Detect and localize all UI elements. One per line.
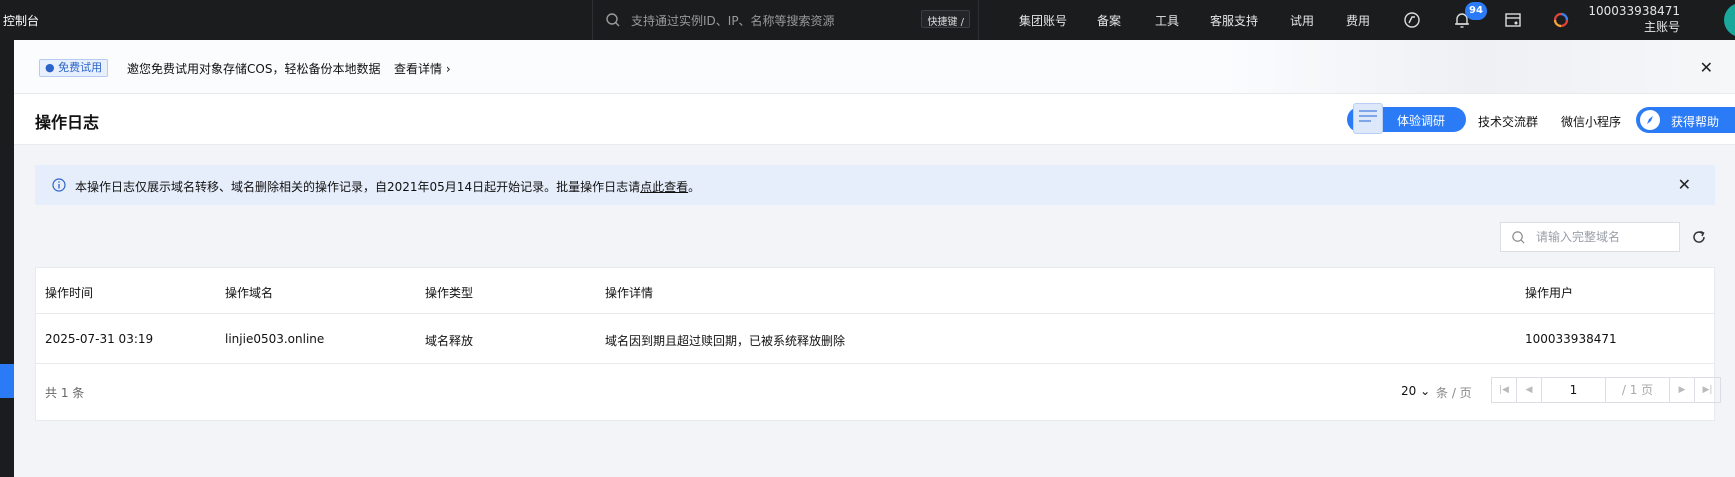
nav-customer-support[interactable]: 客服支持 bbox=[1210, 12, 1258, 29]
promo-detail-link[interactable]: 查看详情 › bbox=[394, 60, 451, 77]
top-navigation-bar: 控制台 支持通过实例ID、IP、名称等搜索资源 快捷键 / 集团账号 备案 工具… bbox=[0, 0, 1735, 40]
promo-banner: ● 免费试用 邀您免费试用对象存储COS，轻松备份本地数据 查看详情 › ✕ bbox=[14, 40, 1735, 94]
info-alert: 本操作日志仅展示域名转移、域名删除相关的操作记录，自2021年05月14日起开始… bbox=[35, 165, 1715, 205]
domain-search-input[interactable] bbox=[1536, 229, 1674, 245]
column-header-time: 操作时间 bbox=[45, 286, 94, 300]
cell-time: 2025-07-31 03:19 bbox=[45, 332, 154, 346]
prev-page-icon: ◀ bbox=[1525, 385, 1533, 395]
global-search-placeholder[interactable]: 支持通过实例ID、IP、名称等搜索资源 bbox=[631, 12, 835, 29]
per-page-label: 条 / 页 bbox=[1436, 386, 1472, 400]
nav-icp-filing[interactable]: 备案 bbox=[1097, 12, 1121, 29]
page-size-select[interactable]: 20 ⌄ bbox=[1401, 384, 1430, 398]
cell-type: 域名释放 bbox=[425, 334, 474, 348]
cell-domain: linjie0503.online bbox=[225, 332, 325, 346]
drop-icon: ● bbox=[45, 61, 55, 74]
account-id: 100033938471 bbox=[1588, 4, 1680, 18]
survey-button[interactable]: 体验调研 bbox=[1347, 103, 1466, 134]
alert-close-button[interactable]: ✕ bbox=[1678, 175, 1691, 194]
chevron-right-icon: › bbox=[445, 62, 451, 76]
table-header: 操作时间 操作域名 操作类型 操作详情 操作用户 bbox=[36, 268, 1714, 314]
page-size-value[interactable]: 20 bbox=[1401, 384, 1416, 398]
get-help-button[interactable]: 获得帮助 bbox=[1636, 107, 1735, 133]
nav-billing[interactable]: 费用 bbox=[1346, 12, 1370, 29]
total-count: 共 1 条 bbox=[45, 386, 85, 400]
side-navigation-rail bbox=[0, 40, 14, 477]
next-page-icon: ▶ bbox=[1678, 385, 1686, 395]
side-nav-active-item[interactable] bbox=[0, 364, 14, 398]
nav-tools[interactable]: 工具 bbox=[1155, 12, 1179, 29]
account-role: 主账号 bbox=[1643, 20, 1680, 34]
promo-detail-label[interactable]: 查看详情 bbox=[394, 62, 442, 76]
avatar[interactable]: 1 bbox=[1724, 3, 1735, 37]
search-icon bbox=[606, 13, 620, 27]
search-shortcut-hint: 快捷键 / bbox=[921, 10, 970, 28]
compass-icon bbox=[1640, 110, 1660, 130]
page-header: 操作日志 体验调研 技术交流群 微信小程序 获得帮助 bbox=[14, 94, 1735, 145]
tech-group-link[interactable]: 技术交流群 bbox=[1478, 113, 1538, 130]
operation-log-table: 操作时间 操作域名 操作类型 操作详情 操作用户 2025-07-31 03:1… bbox=[35, 267, 1721, 421]
prev-page-button[interactable]: ◀ bbox=[1517, 378, 1542, 402]
column-header-domain: 操作域名 bbox=[225, 286, 274, 300]
free-trial-tag: ● 免费试用 bbox=[39, 59, 109, 77]
nav-trial[interactable]: 试用 bbox=[1290, 12, 1314, 29]
console-brand-link[interactable]: 控制台 bbox=[3, 12, 39, 29]
first-page-button[interactable]: |◀ bbox=[1492, 378, 1517, 402]
current-page-input[interactable]: 1 bbox=[1542, 378, 1606, 402]
column-header-detail: 操作详情 bbox=[605, 286, 654, 300]
alert-view-link[interactable]: 点此查看 bbox=[640, 180, 688, 194]
global-search-box[interactable]: 支持通过实例ID、IP、名称等搜索资源 快捷键 / bbox=[592, 0, 979, 40]
next-page-button[interactable]: ▶ bbox=[1670, 378, 1695, 402]
table-row: 2025-07-31 03:19 linjie0503.online 域名释放 … bbox=[36, 314, 1714, 364]
first-page-icon: |◀ bbox=[1499, 385, 1509, 395]
domain-search-box bbox=[1500, 222, 1680, 252]
total-pages: / 1 页 bbox=[1606, 378, 1670, 402]
alert-text-after: 。 bbox=[688, 180, 701, 194]
alert-text-before: 本操作日志仅展示域名转移、域名删除相关的操作记录，自2021年05月14日起开始… bbox=[75, 180, 641, 194]
alert-text: 本操作日志仅展示域名转移、域名删除相关的操作记录，自2021年05月14日起开始… bbox=[75, 178, 700, 195]
account-info[interactable]: 100033938471 主账号 bbox=[1588, 3, 1680, 35]
promo-text: 邀您免费试用对象存储COS，轻松备份本地数据 bbox=[127, 62, 381, 76]
theme-icon[interactable] bbox=[1402, 10, 1422, 30]
column-header-type: 操作类型 bbox=[425, 286, 474, 300]
mini-program-link[interactable]: 微信小程序 bbox=[1561, 113, 1621, 130]
refresh-icon[interactable] bbox=[1690, 228, 1708, 246]
info-icon bbox=[52, 178, 66, 192]
cell-detail: 域名因到期且超过赎回期，已被系统释放删除 bbox=[605, 334, 846, 348]
ai-assistant-icon[interactable] bbox=[1551, 10, 1571, 30]
get-help-label[interactable]: 获得帮助 bbox=[1671, 113, 1719, 130]
cart-icon[interactable] bbox=[1503, 10, 1523, 30]
cell-user: 100033938471 bbox=[1525, 332, 1617, 346]
search-icon bbox=[1512, 231, 1525, 244]
free-trial-tag-label: 免费试用 bbox=[58, 61, 103, 74]
table-footer: 共 1 条 20 ⌄ 条 / 页 |◀ ◀ 1 / 1 页 ▶ ▶| bbox=[36, 364, 1721, 421]
last-page-icon: ▶| bbox=[1702, 385, 1713, 395]
survey-button-label[interactable]: 体验调研 bbox=[1397, 112, 1445, 129]
notification-badge[interactable]: 94 bbox=[1465, 2, 1487, 20]
nav-group-account[interactable]: 集团账号 bbox=[1019, 12, 1067, 29]
promo-close-button[interactable]: ✕ bbox=[1700, 58, 1713, 77]
chevron-down-icon: ⌄ bbox=[1420, 384, 1431, 398]
column-header-user: 操作用户 bbox=[1525, 286, 1574, 300]
survey-doc-icon bbox=[1353, 103, 1383, 134]
page-title: 操作日志 bbox=[35, 113, 100, 132]
pagination-control: |◀ ◀ 1 / 1 页 ▶ ▶| bbox=[1491, 377, 1721, 403]
last-page-button[interactable]: ▶| bbox=[1695, 378, 1720, 402]
